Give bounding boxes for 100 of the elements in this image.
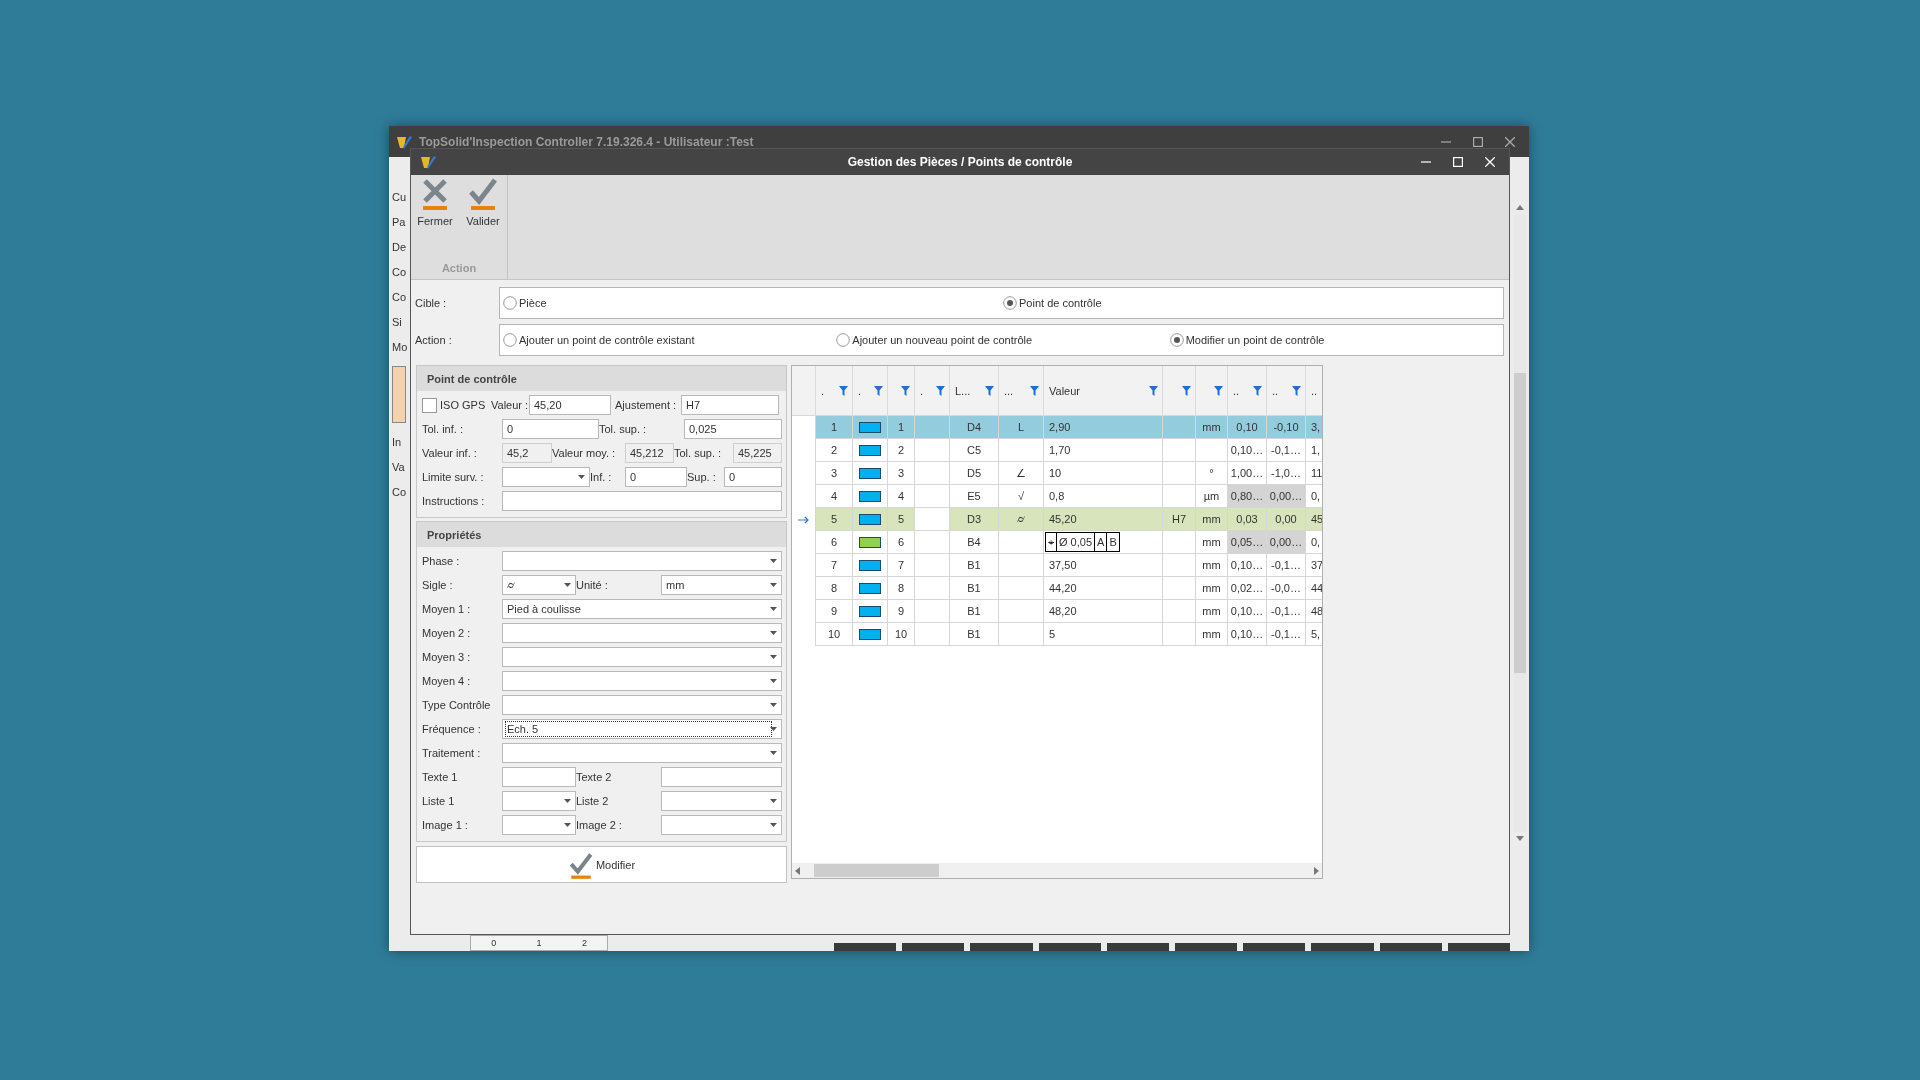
table-cell: 0,80… xyxy=(1228,485,1267,508)
dropdown-field[interactable] xyxy=(502,815,576,835)
filter-icon[interactable] xyxy=(1292,385,1301,396)
scrollbar-thumb[interactable] xyxy=(814,864,939,877)
table-cell: B1 xyxy=(950,554,999,577)
dropdown-field[interactable] xyxy=(661,815,782,835)
table-cell: -0,1… xyxy=(1267,623,1306,646)
table-row[interactable]: 7 7 B1 37,50 mm 0,10… -0,1… 37 xyxy=(792,554,1322,577)
filter-icon[interactable] xyxy=(936,385,945,396)
table-cell: 1,70 xyxy=(1044,439,1163,462)
dropdown-field[interactable] xyxy=(502,743,782,763)
table-cell: 0,00… xyxy=(1267,531,1306,554)
input-field[interactable]: 0 xyxy=(502,419,599,439)
maximize-icon[interactable] xyxy=(1473,136,1483,147)
column-header: .. xyxy=(1306,366,1322,415)
table-cell: 0,10… xyxy=(1228,554,1267,577)
table-cell: 3 xyxy=(888,462,915,485)
table-cell: 2,90 xyxy=(1044,416,1163,439)
column-header: . xyxy=(915,366,950,415)
input-field[interactable]: 0 xyxy=(625,467,687,487)
table-cell: -0,0… xyxy=(1267,577,1306,600)
radio-icon[interactable] xyxy=(503,333,517,347)
radio-icon[interactable] xyxy=(1169,333,1184,347)
dropdown-field[interactable]: mm xyxy=(661,575,782,595)
caret-icon xyxy=(770,655,777,659)
scroll-down-icon[interactable] xyxy=(1515,836,1524,841)
dropdown-field[interactable] xyxy=(502,623,782,643)
table-row[interactable]: 1 1 D4 L 2,90 mm 0,10 -0,10 3, xyxy=(792,416,1322,439)
radio-button[interactable]: Pièce xyxy=(503,296,547,310)
field-label: Unité : xyxy=(576,579,609,591)
table-row[interactable]: 2 2 C5 1,70 0,10… -0,1… 1, xyxy=(792,439,1322,462)
radio-button[interactable]: Ajouter un point de contrôle existant xyxy=(503,333,695,347)
color-swatch xyxy=(392,366,406,423)
filter-icon[interactable] xyxy=(1030,385,1039,396)
close-button[interactable]: Fermer xyxy=(414,175,456,227)
scroll-up-icon[interactable] xyxy=(1515,205,1524,210)
radio-button[interactable]: Ajouter un nouveau point de contrôle xyxy=(836,333,1033,347)
table-cell: mm xyxy=(1196,508,1228,531)
input-field[interactable]: 0 xyxy=(724,467,782,487)
input-field[interactable] xyxy=(502,767,576,787)
filter-icon[interactable] xyxy=(901,385,910,396)
radio-icon[interactable] xyxy=(836,333,851,347)
radio-icon[interactable] xyxy=(1003,296,1017,310)
dropdown-field[interactable] xyxy=(502,551,782,571)
input-field[interactable]: H7 xyxy=(681,395,779,415)
table-cell: 0, xyxy=(1306,531,1322,554)
table-cell: mm xyxy=(1196,416,1228,439)
caret-icon xyxy=(564,799,571,803)
close-icon[interactable] xyxy=(1505,136,1515,147)
filter-icon[interactable] xyxy=(839,385,848,396)
radio-button[interactable]: Modifier un point de contrôle xyxy=(1169,333,1325,347)
table-row[interactable]: 10 10 B1 5 mm 0,10… -0,1… 5, xyxy=(792,623,1322,646)
input-field[interactable] xyxy=(661,767,782,787)
validate-button[interactable]: Valider xyxy=(462,175,504,227)
filter-icon[interactable] xyxy=(1253,385,1262,396)
dropdown-field[interactable] xyxy=(502,671,782,691)
table-cell: mm xyxy=(1196,623,1228,646)
radio-icon[interactable] xyxy=(503,296,517,310)
table-cell: D3 xyxy=(950,508,999,531)
dropdown-field[interactable]: Ech. 5 xyxy=(502,719,782,739)
table-row[interactable]: 6 6 B4 ⌖ Ø 0,05 A B mm 0,05… 0,00… 0, xyxy=(792,531,1322,554)
input-field[interactable]: 45,20 xyxy=(529,395,611,415)
form-label: Va xyxy=(392,461,406,473)
filter-icon[interactable] xyxy=(985,385,994,396)
table-cell: B1 xyxy=(950,623,999,646)
field-label: Valeur inf. : xyxy=(422,447,478,459)
toolbar-button[interactable] xyxy=(1174,943,1238,951)
field-label: Tol. sup. : xyxy=(599,423,648,435)
scroll-right-icon[interactable] xyxy=(1314,866,1319,875)
table-row[interactable]: 9 9 B1 48,20 mm 0,10… -0,1… 48 xyxy=(792,600,1322,623)
scroll-left-icon[interactable] xyxy=(795,866,800,875)
checkbox[interactable] xyxy=(422,397,437,413)
radio-button[interactable]: Point de contrôle xyxy=(1003,296,1102,310)
dropdown-field[interactable]: ⌭ xyxy=(502,575,576,595)
filter-icon[interactable] xyxy=(1182,385,1191,396)
filter-icon[interactable] xyxy=(1214,385,1223,396)
table-cell: 6 xyxy=(888,531,915,554)
dropdown-field[interactable] xyxy=(502,647,782,667)
table-cell: D5 xyxy=(950,462,999,485)
input-field[interactable]: 0,025 xyxy=(684,419,782,439)
filter-icon[interactable] xyxy=(874,385,883,396)
table-cell: 0,03 xyxy=(1228,508,1267,531)
group-label: Action xyxy=(441,262,477,274)
dropdown-field[interactable] xyxy=(502,791,576,811)
scrollbar-thumb[interactable] xyxy=(1513,373,1526,673)
modify-button[interactable]: Modifier xyxy=(416,846,787,883)
table-cell: 10 xyxy=(816,623,853,646)
filter-icon[interactable] xyxy=(1149,385,1158,396)
checkbox-label: ISO GPS xyxy=(439,399,484,411)
dropdown-field[interactable] xyxy=(661,791,782,811)
table-row[interactable]: 5 5 D3 ⌭ 45,20 H7 mm 0,03 0,00 45 xyxy=(792,508,1322,531)
form-label: Co xyxy=(392,291,408,303)
table-row[interactable]: 3 3 D5 ∠ 10 ° 1,00… -1,0… 11 xyxy=(792,462,1322,485)
dropdown-field[interactable] xyxy=(502,695,782,715)
dropdown-field[interactable] xyxy=(502,467,590,487)
dropdown-field[interactable]: Pied à coulisse xyxy=(502,599,782,619)
toolbar-button[interactable] xyxy=(833,943,897,951)
table-cell: B1 xyxy=(950,577,999,600)
input-field[interactable] xyxy=(502,491,782,511)
dialog-title: Gestion des Pièces / Points de contrôle xyxy=(847,155,1073,169)
